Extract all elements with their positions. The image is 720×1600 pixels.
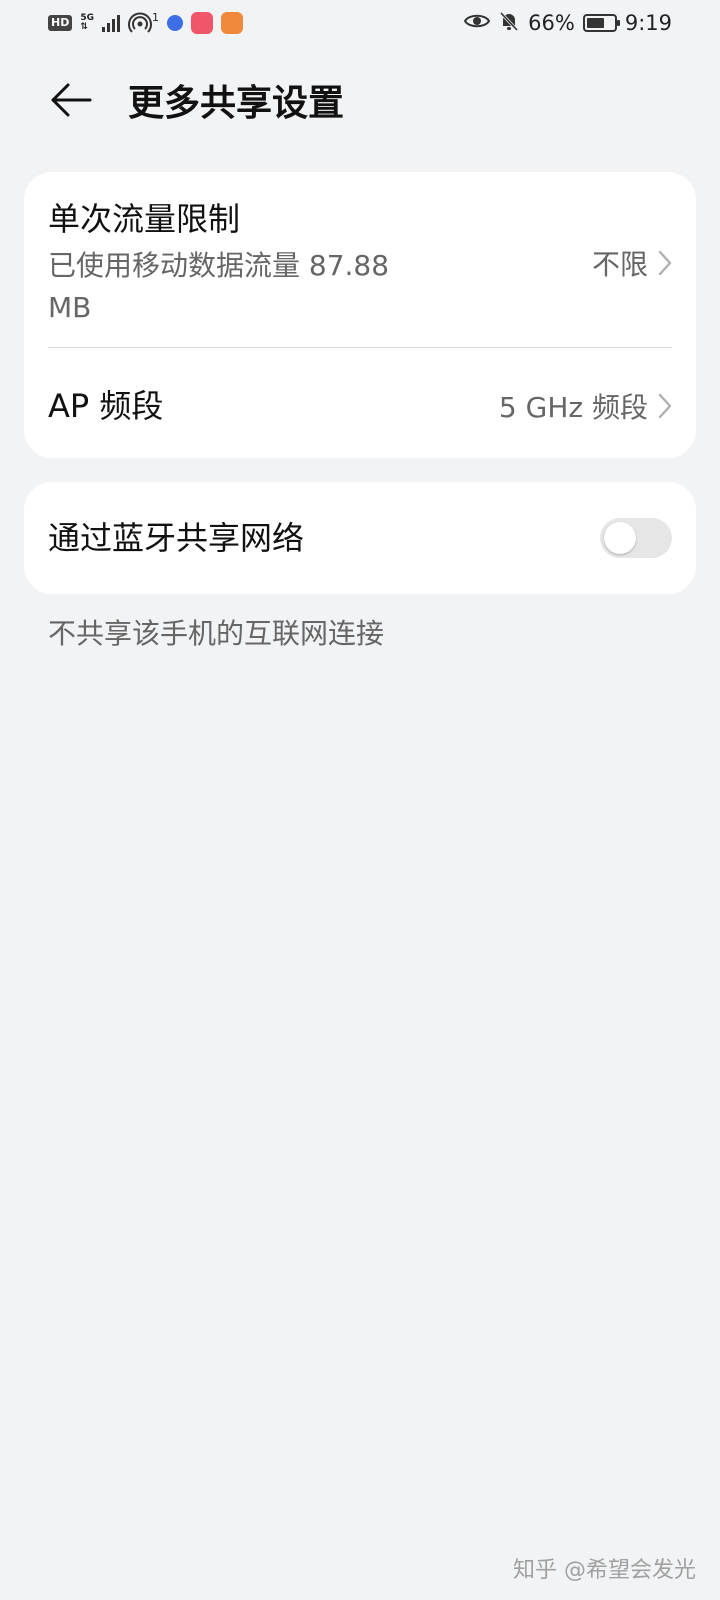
signal-icon [102, 14, 120, 32]
chevron-right-icon [658, 393, 672, 419]
music-app-icon [167, 15, 183, 31]
ap-band-value: 5 GHz 频段 [498, 391, 648, 424]
data-limit-text: 单次流量限制 已使用移动数据流量 87.88 MB [48, 197, 592, 329]
hotspot-count: 1 [152, 11, 159, 24]
battery-fill [586, 18, 604, 28]
battery-icon [582, 14, 620, 32]
settings-card-bluetooth: 通过蓝牙共享网络 [24, 482, 696, 594]
hd-icon: HD [48, 15, 73, 31]
status-bar: HD 5G ⇅ 1 66% 9:19 [0, 0, 720, 46]
row-divider [48, 347, 672, 348]
network-type-label: 5G ⇅ [80, 14, 94, 32]
data-limit-value-group: 不限 [592, 243, 672, 283]
header: 更多共享设置 [0, 60, 720, 140]
bluetooth-share-text: 通过蓝牙共享网络 [48, 516, 600, 560]
health-app-icon [221, 12, 243, 34]
bell-muted-icon [498, 10, 520, 37]
shop-app-icon [191, 12, 213, 34]
ap-band-row[interactable]: AP 频段 5 GHz 频段 [24, 354, 696, 458]
network-arrows: ⇅ [80, 22, 88, 32]
chevron-right-icon [658, 250, 672, 276]
data-limit-title: 单次流量限制 [48, 200, 241, 238]
settings-card-hotspot: 单次流量限制 已使用移动数据流量 87.88 MB 不限 AP 频段 5 GHz… [24, 172, 696, 458]
watermark: 知乎 @希望会发光 [513, 1558, 696, 1583]
battery-percent: 66% [528, 11, 575, 35]
eye-icon [463, 11, 491, 35]
hotspot-icon: 1 [128, 11, 159, 35]
back-button[interactable] [46, 75, 96, 125]
clock: 9:19 [624, 11, 672, 35]
toggle-knob [604, 522, 636, 554]
ap-band-value-group: 5 GHz 频段 [499, 386, 672, 426]
bluetooth-share-description: 不共享该手机的互联网连接 [48, 617, 385, 650]
data-limit-row[interactable]: 单次流量限制 已使用移动数据流量 87.88 MB 不限 [24, 172, 696, 354]
data-limit-value: 不限 [591, 248, 648, 281]
status-right: 66% 9:19 [463, 10, 672, 37]
status-left: HD 5G ⇅ 1 [48, 11, 243, 35]
page-title: 更多共享设置 [128, 83, 345, 124]
bluetooth-share-row[interactable]: 通过蓝牙共享网络 [24, 482, 696, 594]
ap-band-text: AP 频段 [48, 384, 499, 428]
data-limit-subtitle: 已使用移动数据流量 87.88 MB [48, 249, 390, 324]
arrow-left-icon [51, 83, 92, 117]
bluetooth-share-title: 通过蓝牙共享网络 [48, 519, 305, 557]
ap-band-title: AP 频段 [48, 387, 164, 425]
bluetooth-share-toggle[interactable] [600, 518, 672, 558]
